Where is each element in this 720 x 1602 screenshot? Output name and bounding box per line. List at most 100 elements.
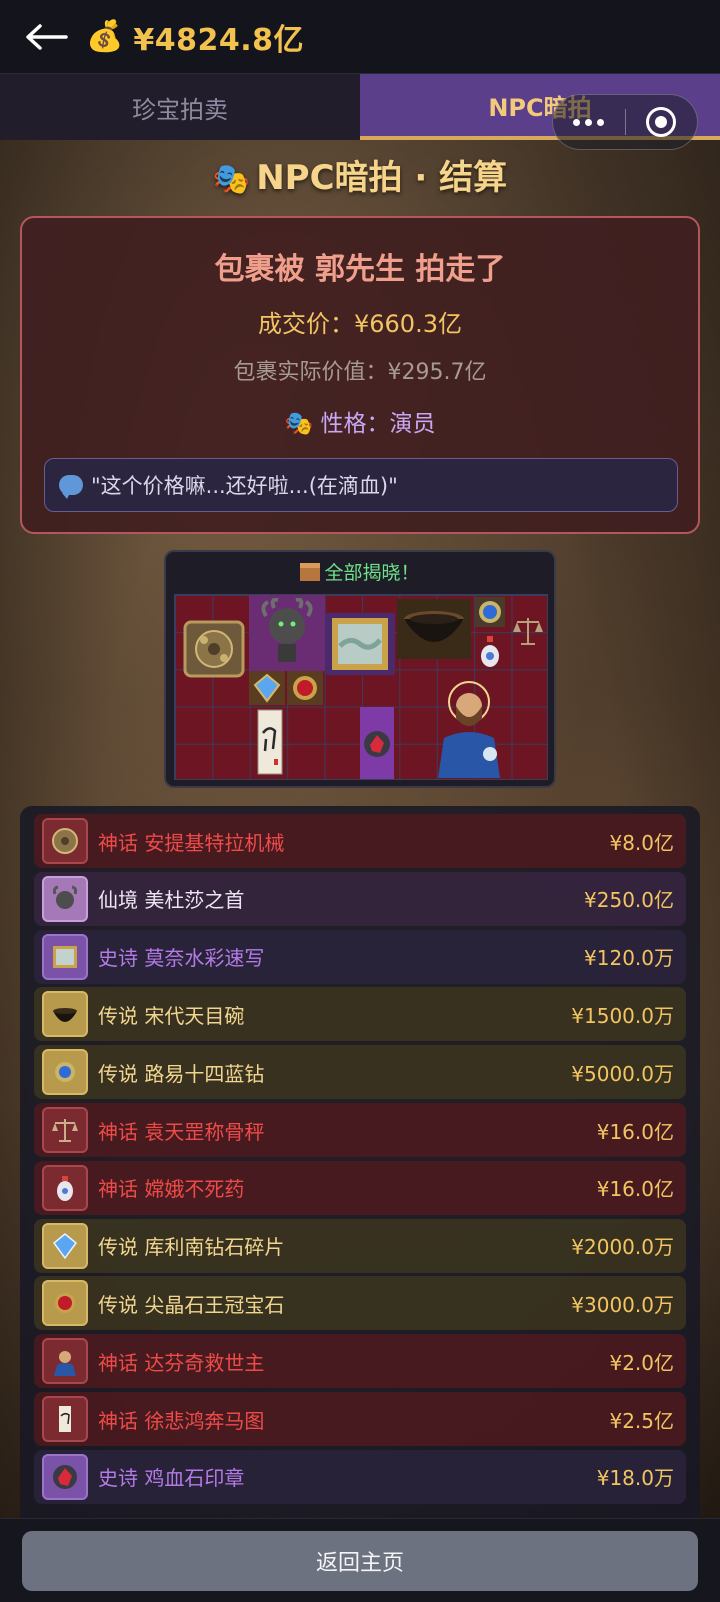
- item-row[interactable]: 神话 嫦娥不死药 ¥16.0亿: [34, 1160, 686, 1215]
- inventory-grid: [174, 594, 548, 780]
- item-name: 仙境 美杜莎之首: [98, 884, 584, 913]
- item-title: 尖晶石王冠宝石: [144, 1292, 285, 1317]
- salvator-mundi-icon: [42, 1338, 88, 1385]
- close-miniprogram-icon[interactable]: [626, 107, 698, 137]
- item-name: 神话 袁天罡称骨秤: [98, 1116, 597, 1145]
- salvator-mundi-icon[interactable]: [429, 675, 509, 779]
- item-tier: 史诗: [98, 946, 138, 971]
- item-tier: 神话: [98, 1177, 138, 1202]
- item-tier: 神话: [98, 1350, 138, 1375]
- balance-scale-icon[interactable]: [509, 611, 547, 651]
- item-price: ¥5000.0万: [571, 1061, 674, 1086]
- item-price: ¥16.0亿: [596, 1119, 674, 1144]
- npc-personality: 🎭 性格：演员: [22, 404, 698, 438]
- item-tier: 神话: [98, 1408, 138, 1433]
- item-price: ¥18.0万: [596, 1466, 674, 1491]
- item-row[interactable]: 传说 路易十四蓝钻 ¥5000.0万: [34, 1045, 686, 1100]
- actual-value: 包裹实际价值：¥295.7亿: [233, 360, 487, 385]
- item-row[interactable]: 神话 徐悲鸿奔马图 ¥2.5亿: [34, 1392, 686, 1446]
- medusa-head-icon[interactable]: [249, 595, 325, 671]
- npc-quote: "这个价格嘛...还好啦...(在滴血)": [44, 458, 678, 512]
- item-title: 鸡血石印章: [144, 1466, 245, 1491]
- item-price: ¥250.0亿: [584, 888, 674, 913]
- framed-painting-icon: [42, 933, 88, 980]
- reveal-title-text: 全部揭晓！: [324, 562, 420, 584]
- bloodstone-seal-icon: [42, 1453, 88, 1500]
- back-arrow-icon[interactable]: [24, 22, 68, 52]
- red-gem-icon[interactable]: [287, 671, 323, 705]
- more-options-icon[interactable]: [553, 118, 625, 126]
- horse-scroll-icon[interactable]: [249, 707, 291, 777]
- item-row[interactable]: 仙境 美杜莎之首 ¥250.0亿: [34, 871, 686, 926]
- horse-scroll-icon: [42, 1396, 88, 1442]
- blue-diamond-icon[interactable]: [475, 597, 505, 627]
- item-title: 莫奈水彩速写: [144, 946, 265, 971]
- item-name: 传说 尖晶石王冠宝石: [98, 1289, 571, 1318]
- item-title: 达芬奇救世主: [144, 1350, 265, 1375]
- item-name: 神话 安提基特拉机械: [98, 827, 609, 856]
- item-name: 传说 宋代天目碗: [98, 1000, 571, 1029]
- item-tier: 传说: [98, 1292, 138, 1317]
- theater-masks-icon: 🎭: [212, 162, 251, 197]
- item-name: 神话 徐悲鸿奔马图: [98, 1405, 609, 1434]
- winner-headline: 包裹被 郭先生 拍走了: [214, 252, 506, 287]
- medusa-head-icon: [42, 875, 88, 922]
- item-row[interactable]: 史诗 莫奈水彩速写 ¥120.0万: [34, 929, 686, 984]
- reveal-panel: 全部揭晓！: [164, 550, 556, 788]
- item-title: 安提基特拉机械: [144, 830, 285, 855]
- item-price: ¥120.0万: [584, 946, 674, 971]
- item-name: 传说 库利南钻石碎片: [98, 1231, 571, 1260]
- tab-treasure-auction[interactable]: 珍宝拍卖: [0, 74, 360, 140]
- diamond-shard-icon: [42, 1222, 88, 1269]
- reveal-title: 全部揭晓！: [166, 558, 554, 585]
- balance-amount: ¥4824.8亿: [133, 22, 304, 58]
- item-tier: 神话: [98, 830, 138, 855]
- item-tier: 传说: [98, 1061, 138, 1086]
- item-title: 美杜莎之首: [144, 888, 245, 913]
- tea-bowl-icon[interactable]: [397, 599, 471, 659]
- tea-bowl-icon: [42, 991, 88, 1038]
- item-row[interactable]: 神话 袁天罡称骨秤 ¥16.0亿: [34, 1103, 686, 1157]
- item-row[interactable]: 传说 尖晶石王冠宝石 ¥3000.0万: [34, 1276, 686, 1331]
- money-bag-icon: 💰: [86, 18, 124, 54]
- miniprogram-capsule: [552, 94, 698, 150]
- item-title: 袁天罡称骨秤: [144, 1119, 265, 1144]
- blue-diamond-icon: [42, 1049, 88, 1096]
- item-row[interactable]: 神话 安提基特拉机械 ¥8.0亿: [34, 814, 686, 868]
- item-name: 神话 嫦娥不死药: [98, 1173, 597, 1202]
- elixir-bottle-icon[interactable]: [475, 631, 505, 671]
- item-tier: 神话: [98, 1119, 138, 1144]
- item-name: 史诗 莫奈水彩速写: [98, 942, 584, 971]
- item-title: 徐悲鸿奔马图: [144, 1408, 265, 1433]
- item-name: 史诗 鸡血石印章: [98, 1462, 597, 1491]
- npc-quote-text: "这个价格嘛...还好啦...(在滴血)": [91, 474, 398, 498]
- item-row[interactable]: 传说 库利南钻石碎片 ¥2000.0万: [34, 1218, 686, 1273]
- item-tier: 史诗: [98, 1466, 138, 1491]
- diamond-shard-icon[interactable]: [249, 671, 285, 705]
- framed-painting-icon[interactable]: [325, 613, 395, 675]
- item-row[interactable]: 神话 达芬奇救世主 ¥2.0亿: [34, 1334, 686, 1389]
- item-price: ¥1500.0万: [571, 1003, 674, 1028]
- settlement-result-card: 包裹被 郭先生 拍走了 成交价：¥660.3亿 包裹实际价值：¥295.7亿 🎭…: [20, 216, 700, 534]
- item-price: ¥2.0亿: [609, 1350, 674, 1375]
- page-title: 🎭 NPC暗拍 · 结算: [0, 150, 720, 199]
- item-name: 传说 路易十四蓝钻: [98, 1058, 571, 1087]
- item-price: ¥3000.0万: [571, 1292, 674, 1317]
- item-tier: 仙境: [98, 888, 138, 913]
- elixir-bottle-icon: [42, 1164, 88, 1211]
- bottom-bar: 返回主页: [0, 1518, 720, 1602]
- item-row[interactable]: 史诗 鸡血石印章 ¥18.0万: [34, 1449, 686, 1504]
- items-list: 神话 安提基特拉机械 ¥8.0亿 仙境 美杜莎之首 ¥250.0亿 史诗 莫奈水彩速写 ¥…: [20, 806, 700, 1526]
- page-title-text: NPC暗拍 · 结算: [256, 158, 508, 198]
- item-price: ¥8.0亿: [609, 830, 674, 855]
- item-price: ¥2000.0万: [571, 1235, 674, 1260]
- antikythera-gear-icon: [42, 818, 88, 864]
- bloodstone-seal-icon[interactable]: [360, 707, 394, 779]
- antikythera-gear-icon[interactable]: [181, 613, 247, 685]
- speech-bubble-icon: [59, 475, 83, 499]
- deal-price: 成交价：¥660.3亿: [258, 310, 462, 338]
- return-home-button[interactable]: 返回主页: [22, 1531, 698, 1591]
- item-row[interactable]: 传说 宋代天目碗 ¥1500.0万: [34, 987, 686, 1042]
- personality-text: 性格：演员: [320, 411, 436, 437]
- top-bar: 💰 ¥4824.8亿: [0, 0, 720, 74]
